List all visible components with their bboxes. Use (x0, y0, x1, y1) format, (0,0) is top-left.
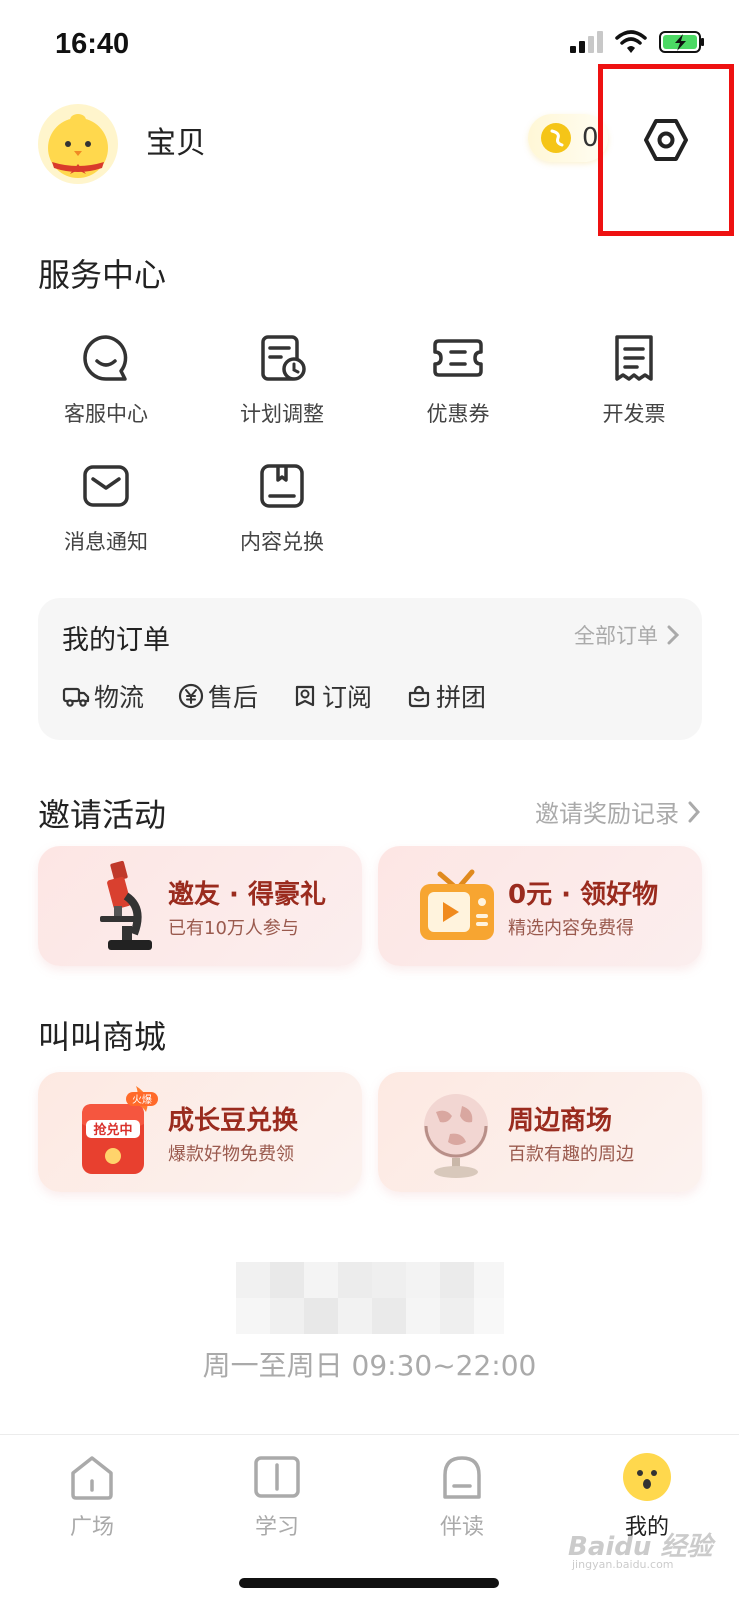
service-item-customer-service[interactable]: 客服中心 (26, 330, 186, 428)
tab-study[interactable]: 学习 (222, 1449, 332, 1541)
promo-subtitle: 爆款好物免费领 (168, 1144, 294, 1165)
profile-face-icon (619, 1449, 675, 1505)
all-orders-label: 全部订单 (574, 624, 658, 648)
invite-title: 邀请活动 (38, 796, 167, 834)
microscope-icon (100, 860, 152, 950)
tv-icon (420, 869, 494, 940)
highlight-box (598, 64, 734, 236)
username[interactable]: 宝贝 (146, 118, 206, 162)
envelope-badge-text: 抢兑中 (93, 1122, 132, 1138)
tab-label: 伴读 (439, 1515, 484, 1540)
coin-balance[interactable]: 0 (528, 114, 608, 162)
service-item-plan-adjust[interactable]: 计划调整 (202, 330, 362, 428)
promo-card-merch-store[interactable]: 周边商场 百款有趣的周边 (378, 1072, 702, 1192)
chevron-right-icon (688, 801, 701, 822)
service-item-label: 计划调整 (240, 402, 324, 426)
globe-icon (424, 1094, 488, 1178)
service-item-invoice[interactable]: 开发票 (554, 330, 714, 428)
avatar[interactable] (38, 104, 118, 184)
invite-records-label: 邀请奖励记录 (535, 800, 679, 828)
coin-count: 0 (582, 123, 599, 153)
battery-icon (659, 31, 704, 53)
coupon-icon (430, 330, 486, 386)
promo-title: 0元 · 领好物 (508, 880, 659, 910)
order-item-label: 物流 (94, 683, 145, 712)
service-hours: 周一至周日 09:30~22:00 (202, 1349, 537, 1382)
service-item-label: 客服中心 (64, 402, 148, 426)
service-item-redeem[interactable]: 内容兑换 (202, 458, 362, 556)
service-item-messages[interactable]: 消息通知 (26, 458, 186, 556)
invite-records-link[interactable]: 邀请奖励记录 (535, 794, 701, 829)
book-icon (249, 1449, 305, 1505)
promo-title: 邀友 · 得豪礼 (168, 880, 326, 910)
subscribe-icon (295, 685, 315, 707)
orders-row: 物流 售后 订阅 拼团 (62, 678, 486, 714)
promo-subtitle: 已有10万人参与 (168, 918, 299, 939)
status-icons (569, 30, 705, 54)
chat-icon (78, 330, 134, 386)
tab-bar: 广场 学习 伴读 我的 (0, 1434, 739, 1600)
order-item-after-sales[interactable]: 售后 (178, 678, 258, 714)
promo-subtitle: 精选内容免费得 (508, 918, 634, 939)
service-item-label: 开发票 (602, 402, 666, 426)
baidu-watermark-url: jingyan.baidu.com (572, 1558, 674, 1571)
chick-avatar-icon (48, 114, 108, 178)
promo-card-invite-friends[interactable]: 邀友 · 得豪礼 已有10万人参与 (38, 846, 362, 966)
promo-card-free-goods[interactable]: 0元 · 领好物 精选内容免费得 (378, 846, 702, 966)
status-time: 16:40 (55, 28, 130, 60)
invoice-icon (606, 330, 662, 386)
tab-plaza[interactable]: 广场 (37, 1449, 147, 1541)
order-item-group-buy[interactable]: 拼团 (406, 678, 486, 714)
home-indicator (239, 1578, 499, 1588)
service-item-label: 优惠券 (426, 402, 490, 426)
chevron-right-icon (667, 625, 680, 645)
service-item-label: 消息通知 (64, 530, 148, 554)
service-item-label: 内容兑换 (240, 530, 324, 554)
yen-icon (178, 683, 204, 709)
shop-title: 叫叫商城 (38, 1018, 167, 1056)
promo-title: 周边商场 (508, 1106, 613, 1136)
promo-subtitle: 百款有趣的周边 (508, 1144, 634, 1165)
order-item-label: 订阅 (322, 683, 373, 712)
order-item-label: 拼团 (436, 683, 487, 712)
service-center-title: 服务中心 (38, 256, 167, 294)
order-item-label: 售后 (208, 683, 259, 712)
pixelated-region (236, 1262, 504, 1334)
plan-icon (254, 330, 310, 386)
orders-title: 我的订单 (62, 625, 170, 656)
mail-icon (78, 458, 134, 514)
promo-title: 成长豆兑换 (168, 1106, 299, 1136)
tab-label: 广场 (69, 1515, 114, 1540)
redeem-icon (254, 458, 310, 514)
red-envelope-icon: 抢兑中 火爆 (82, 1086, 158, 1174)
promo-card-bean-exchange[interactable]: 抢兑中 火爆 成长豆兑换 爆款好物免费领 (38, 1072, 362, 1192)
coin-icon (541, 123, 571, 153)
hot-tag-text: 火爆 (132, 1094, 152, 1106)
orders-card: 我的订单 全部订单 物流 售后 订阅 拼团 (38, 598, 702, 740)
service-item-coupon[interactable]: 优惠券 (378, 330, 538, 428)
order-item-subscription[interactable]: 订阅 (292, 678, 372, 714)
companion-icon (434, 1449, 490, 1505)
group-icon (408, 685, 430, 708)
signal-icon (570, 31, 603, 53)
home-icon (64, 1449, 120, 1505)
tab-companion[interactable]: 伴读 (407, 1449, 517, 1541)
tab-label: 学习 (254, 1515, 299, 1540)
truck-icon (62, 687, 90, 707)
all-orders-link[interactable]: 全部订单 (574, 620, 680, 650)
order-item-logistics[interactable]: 物流 (62, 678, 144, 714)
wifi-icon (615, 30, 647, 53)
